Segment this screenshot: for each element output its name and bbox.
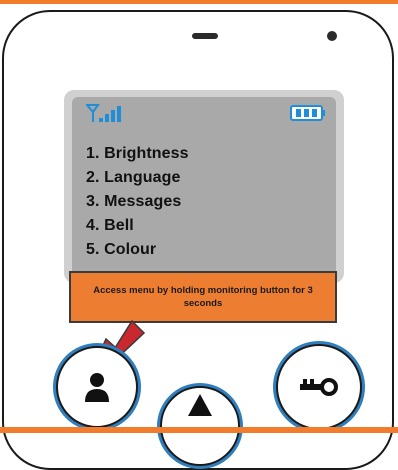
menu-item-brightness[interactable]: 1. Brightness <box>86 142 189 166</box>
menu-item-messages[interactable]: 3. Messages <box>86 190 189 214</box>
up-arrow-icon <box>188 394 212 416</box>
monitoring-button[interactable] <box>56 346 138 428</box>
speaker-slot <box>192 33 218 39</box>
callout-text: Access menu by holding monitoring button… <box>93 285 313 309</box>
bottom-accent-bar <box>0 427 398 433</box>
key-button[interactable] <box>276 344 362 430</box>
up-button[interactable] <box>160 386 240 466</box>
battery-icon <box>290 105 325 121</box>
person-icon <box>85 373 109 402</box>
camera-dot <box>327 31 337 41</box>
top-accent-bar <box>0 0 398 4</box>
settings-menu: 1. Brightness 2. Language 3. Messages 4.… <box>86 142 189 262</box>
menu-item-language[interactable]: 2. Language <box>86 166 189 190</box>
menu-item-bell[interactable]: 4. Bell <box>86 214 189 238</box>
signal-strength-icon <box>86 104 121 122</box>
key-icon <box>300 378 338 396</box>
menu-item-colour[interactable]: 5. Colour <box>86 238 189 262</box>
instruction-callout: Access menu by holding monitoring button… <box>69 271 337 323</box>
